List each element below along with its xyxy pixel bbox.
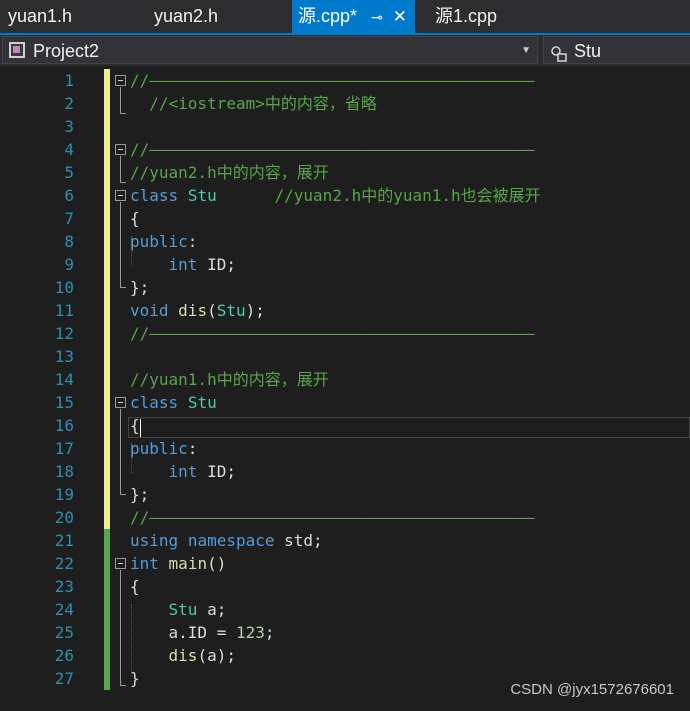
collapse-icon[interactable] xyxy=(115,75,126,86)
code-line: public: xyxy=(130,439,198,458)
line-number: 22 xyxy=(54,554,74,573)
line-number: 17 xyxy=(54,439,74,458)
code-line: a.ID = 123; xyxy=(168,623,275,642)
line-number: 23 xyxy=(54,577,74,596)
tab-yuan-cpp[interactable]: 源.cpp* ⊸ ✕ xyxy=(292,0,416,34)
line-number: 25 xyxy=(54,623,74,642)
tab-label: 源1.cpp xyxy=(435,6,498,26)
change-marker-saved-pending xyxy=(104,69,110,529)
fold-line xyxy=(120,570,121,686)
line-number: 11 xyxy=(54,301,74,320)
code-line: //——————————————————————————————————————… xyxy=(130,71,535,90)
fold-line xyxy=(120,156,121,183)
code-line: void dis(Stu); xyxy=(130,301,265,320)
code-line: int ID; xyxy=(168,462,236,481)
line-number: 21 xyxy=(54,531,74,550)
line-number: 13 xyxy=(54,347,74,366)
line-number: 3 xyxy=(64,117,74,136)
watermark: CSDN @jyx1572676601 xyxy=(510,681,674,698)
project-dropdown[interactable]: Project2 ▼ xyxy=(2,36,538,64)
fold-line xyxy=(120,87,121,114)
project-icon xyxy=(9,42,25,58)
tab-label: yuan1.h xyxy=(8,6,73,26)
code-line: class Stu //yuan2.h中的yuan1.h也会被展开 xyxy=(130,186,541,205)
code-line: class Stu xyxy=(130,393,217,412)
code-line: //<iostream>中的内容，省略 xyxy=(130,94,377,113)
fold-end xyxy=(120,113,126,114)
line-number: 24 xyxy=(54,600,74,619)
fold-end xyxy=(120,182,126,183)
code-line: }; xyxy=(130,278,150,297)
code-line: int main() xyxy=(130,554,227,573)
line-number: 16 xyxy=(54,416,74,435)
code-line: using namespace std; xyxy=(130,531,323,550)
tab-label: 源.cpp* xyxy=(298,6,358,26)
document-tab-bar: yuan1.h yuan2.h 源.cpp* ⊸ ✕ 源1.cpp xyxy=(0,0,690,35)
navigation-bar: Project2 ▼ Stu xyxy=(0,35,690,66)
line-number: 18 xyxy=(54,462,74,481)
fold-end xyxy=(120,685,126,686)
code-editor[interactable]: 1 2 3 4 5 6 7 8 9 10 11 12 13 14 15 16 1… xyxy=(0,66,690,711)
code-line: { xyxy=(130,577,140,596)
code-line: //yuan2.h中的内容，展开 xyxy=(130,163,329,182)
code-line: //yuan1.h中的内容，展开 xyxy=(130,370,329,389)
line-number: 12 xyxy=(54,324,74,343)
code-line: //——————————————————————————————————————… xyxy=(130,140,535,159)
fold-end xyxy=(120,494,126,495)
scope-name: Stu xyxy=(574,41,602,61)
code-line: { xyxy=(130,209,140,228)
line-number: 15 xyxy=(54,393,74,412)
code-line: public: xyxy=(130,232,198,251)
tab-yuan2-h[interactable]: yuan2.h xyxy=(154,0,218,33)
line-number: 7 xyxy=(64,209,74,228)
pin-icon[interactable]: ⊸ xyxy=(371,1,383,34)
tab-label: yuan2.h xyxy=(154,6,219,26)
code-line: }; xyxy=(130,485,150,504)
tab-yuan1-cpp[interactable]: 源1.cpp xyxy=(435,0,497,33)
line-number: 14 xyxy=(54,370,74,389)
line-number: 26 xyxy=(54,646,74,665)
code-line: } xyxy=(130,669,140,688)
line-number: 10 xyxy=(54,278,74,297)
change-marker-saved xyxy=(104,529,110,690)
class-icon xyxy=(550,42,567,62)
code-line: dis(a); xyxy=(168,646,236,665)
line-number: 20 xyxy=(54,508,74,527)
fold-line xyxy=(120,409,121,495)
line-number: 4 xyxy=(64,140,74,159)
scope-dropdown[interactable]: Stu xyxy=(543,36,690,64)
close-icon[interactable]: ✕ xyxy=(393,0,407,33)
collapse-icon[interactable] xyxy=(115,558,126,569)
line-number: 1 xyxy=(64,71,74,90)
collapse-icon[interactable] xyxy=(115,190,126,201)
collapse-icon[interactable] xyxy=(115,397,126,408)
line-number: 27 xyxy=(54,669,74,688)
code-line: //——————————————————————————————————————… xyxy=(130,508,535,527)
project-name: Project2 xyxy=(33,41,100,61)
line-number: 9 xyxy=(64,255,74,274)
tab-yuan1-h[interactable]: yuan1.h xyxy=(8,0,72,33)
line-number: 2 xyxy=(64,94,74,113)
current-line-highlight xyxy=(128,417,690,438)
fold-end xyxy=(120,287,126,288)
code-line: { xyxy=(130,416,140,435)
line-number: 5 xyxy=(64,163,74,182)
text-caret xyxy=(140,419,141,437)
chevron-down-icon[interactable]: ▼ xyxy=(521,37,531,65)
collapse-icon[interactable] xyxy=(115,144,126,155)
line-number: 19 xyxy=(54,485,74,504)
code-line: Stu a; xyxy=(168,600,227,619)
code-line: //——————————————————————————————————————… xyxy=(130,324,535,343)
code-line: int ID; xyxy=(168,255,236,274)
line-number: 8 xyxy=(64,232,74,251)
line-number: 6 xyxy=(64,186,74,205)
fold-line xyxy=(120,202,121,288)
